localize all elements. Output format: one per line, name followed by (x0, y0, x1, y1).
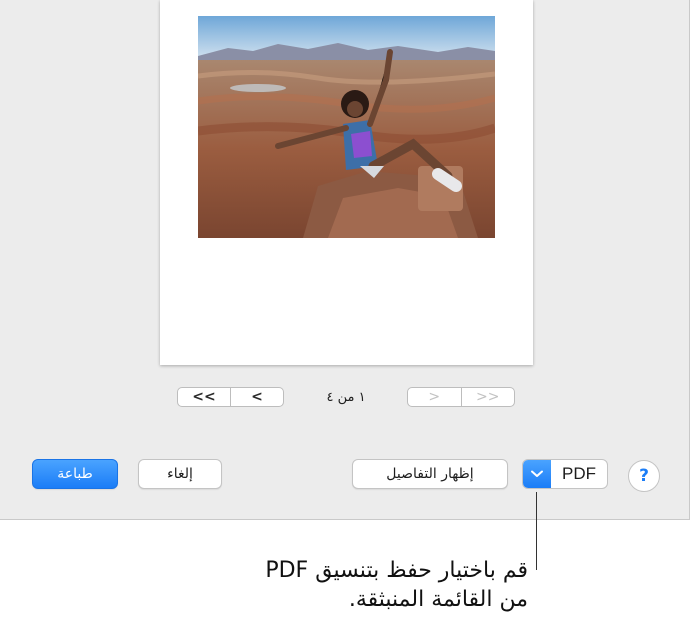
pager-forward-controls: > >> (407, 387, 515, 407)
cancel-button[interactable]: إلغاء (138, 459, 222, 489)
callout-text: قم باختيار حفظ بتنسيق PDF من القائمة الم… (196, 556, 528, 614)
help-button[interactable]: ? (628, 460, 660, 492)
question-mark-icon: ? (639, 466, 649, 486)
page-count: ١ من ٤ (326, 390, 366, 405)
pager-back-controls: << < (177, 387, 284, 407)
preview-photo-image (198, 16, 495, 238)
print-dialog: << < ١ من ٤ > >> طباعة إلغاء إظهار التفا… (0, 0, 690, 520)
pdf-menu-label: PDF (562, 464, 596, 483)
callout-line (536, 492, 537, 570)
pdf-menu-button[interactable]: PDF (522, 459, 608, 489)
previous-page-button[interactable]: < (230, 388, 283, 406)
first-page-button[interactable]: << (178, 388, 230, 406)
last-page-button[interactable]: >> (460, 388, 515, 406)
callout-line-2: من القائمة المنبثقة. (348, 587, 528, 612)
chevron-down-icon[interactable] (523, 460, 551, 488)
page-preview (160, 0, 533, 365)
preview-photo (198, 16, 495, 238)
show-details-button[interactable]: إظهار التفاصيل (352, 459, 508, 489)
next-page-button[interactable]: > (408, 388, 461, 406)
callout-line-1: قم باختيار حفظ بتنسيق PDF (265, 558, 528, 583)
print-button[interactable]: طباعة (32, 459, 118, 489)
